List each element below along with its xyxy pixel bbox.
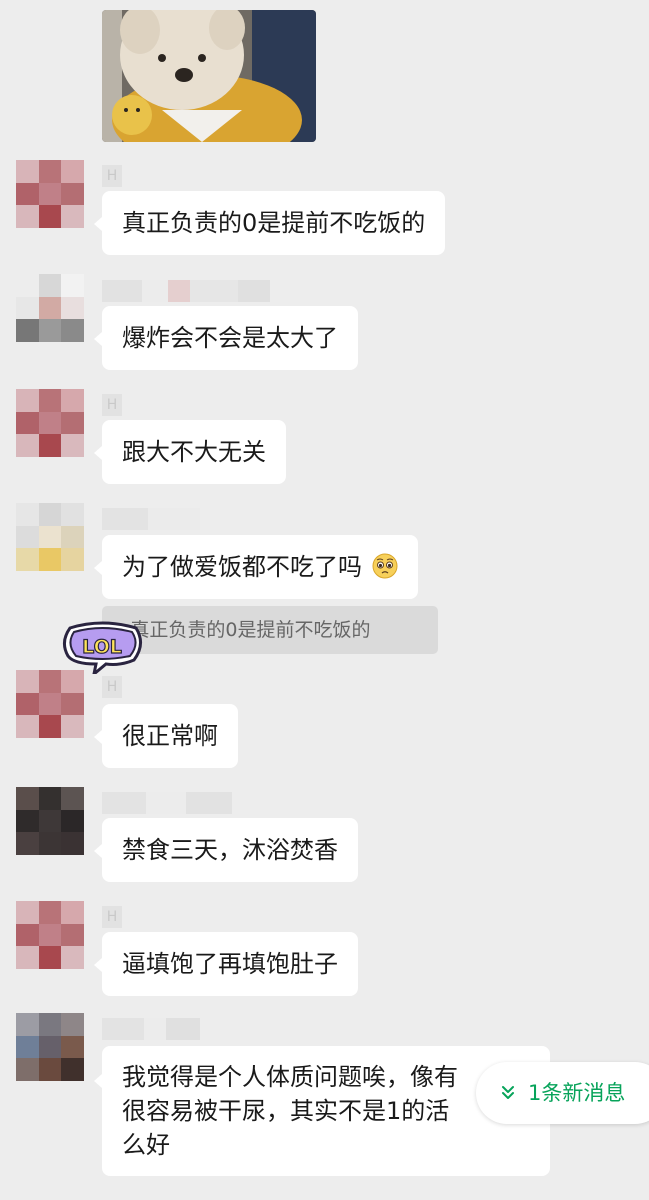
pleading-face-icon	[372, 553, 398, 579]
quoted-message[interactable]: :真正负责的0是提前不吃饭的	[102, 606, 438, 654]
avatar[interactable]	[16, 901, 84, 969]
sender-name: H	[102, 394, 122, 416]
sender-name	[102, 1018, 200, 1040]
sender-name: H	[102, 906, 122, 928]
message-bubble[interactable]: 跟大不大无关	[94, 420, 286, 484]
message-text-line: 么好	[122, 1131, 170, 1159]
sender-name: H	[102, 165, 122, 187]
avatar[interactable]	[16, 670, 84, 738]
avatar[interactable]	[16, 389, 84, 457]
new-messages-button[interactable]: 1条新消息	[476, 1062, 649, 1124]
chevron-double-down-icon	[502, 1086, 514, 1099]
message-bubble[interactable]: 为了做爱饭都不吃了吗	[94, 535, 418, 599]
message-bubble[interactable]: 很正常啊	[94, 704, 238, 768]
message-text-line: 我觉得是个人体质问题唉，像有	[122, 1063, 458, 1091]
message-text-line: 很容易被干尿，其实不是1的活	[122, 1097, 450, 1125]
message-text: 真正负责的0是提前不吃饭的	[122, 209, 426, 237]
message-bubble[interactable]: 禁食三天，沐浴焚香	[94, 818, 358, 882]
avatar[interactable]	[16, 274, 84, 342]
new-messages-label: 1条新消息	[528, 1081, 626, 1105]
dog-sticker-image[interactable]	[102, 10, 316, 142]
lol-sticker-label: LOL	[82, 636, 122, 658]
sender-name	[102, 792, 232, 814]
message-text: 跟大不大无关	[122, 438, 266, 466]
message-text: 爆炸会不会是太大了	[122, 324, 338, 352]
message-text: 逼填饱了再填饱肚子	[122, 950, 338, 978]
message-bubble[interactable]: 爆炸会不会是太大了	[94, 306, 358, 370]
quote-text: 真正负责的0是提前不吃饭的	[130, 619, 371, 641]
avatar[interactable]	[16, 160, 84, 228]
message-text: 为了做爱饭都不吃了吗	[122, 553, 362, 581]
sender-name	[102, 508, 200, 530]
avatar[interactable]	[16, 503, 84, 571]
avatar[interactable]	[16, 1013, 84, 1081]
lol-sticker-icon: LOL	[63, 621, 142, 674]
message-bubble[interactable]: 逼填饱了再填饱肚子	[94, 932, 358, 996]
message-text: 禁食三天，沐浴焚香	[122, 836, 338, 864]
avatar[interactable]	[16, 787, 84, 855]
sender-name	[102, 280, 270, 302]
message-bubble[interactable]: 真正负责的0是提前不吃饭的	[93, 191, 446, 255]
message-text: 很正常啊	[122, 722, 218, 750]
sender-name: H	[102, 676, 122, 698]
